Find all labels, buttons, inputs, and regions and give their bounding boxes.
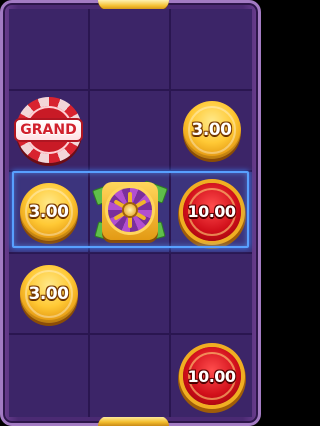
coin-value: 3.00 <box>28 201 69 222</box>
vault-body <box>101 181 158 240</box>
coin-value: 10.00 <box>187 366 236 386</box>
cell-r5c1 <box>9 335 90 417</box>
cell-r4c3 <box>171 254 252 336</box>
cell-r3c2 <box>90 172 171 254</box>
red-coin-icon: 10.00 <box>182 347 241 406</box>
cell-r5c3: 10.00 <box>171 335 252 417</box>
frame-bottom-ornament <box>98 416 169 426</box>
red-coin-icon: 10.00 <box>182 182 241 241</box>
cell-r2c3: 3.00 <box>171 91 252 173</box>
gold-coin-icon: 3.00 <box>19 182 78 241</box>
cell-r3c3: 10.00 <box>171 172 252 254</box>
cell-r4c2 <box>90 253 171 336</box>
cell-r3c1: 3.00 <box>9 172 90 254</box>
coin-value: 3.00 <box>28 283 69 304</box>
gold-coin-icon: 3.00 <box>182 101 241 160</box>
vault-wheel-icon <box>107 187 152 232</box>
cell-r4c1: 3.00 <box>9 253 90 336</box>
vault-hub <box>123 203 136 216</box>
vault-bonus-icon <box>91 178 168 246</box>
gold-coin-icon: 3.00 <box>19 264 78 323</box>
grand-jackpot-chip-icon: GRAND <box>14 97 83 164</box>
cell-r2c1: GRAND <box>9 90 90 173</box>
cell-r1c1 <box>9 9 90 91</box>
grand-label: GRAND <box>14 118 83 143</box>
cell-r2c2 <box>90 90 171 173</box>
reel-grid: GRAND 3.00 3.00 10.00 3.00 10.00 <box>9 9 252 417</box>
cell-r1c3 <box>171 9 252 91</box>
coin-value: 10.00 <box>187 202 236 222</box>
coin-value: 3.00 <box>191 120 232 141</box>
cell-r1c2 <box>90 9 171 91</box>
cell-r5c2 <box>90 335 171 417</box>
